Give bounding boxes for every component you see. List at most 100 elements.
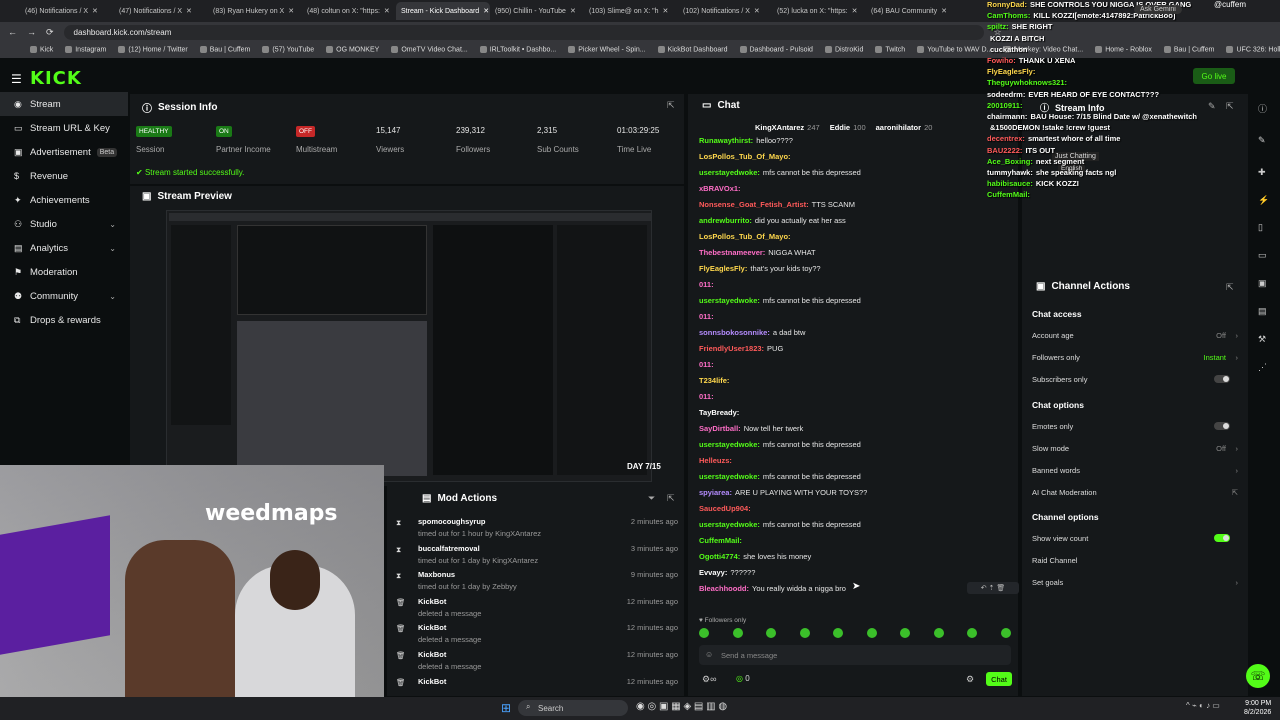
mod-action-row[interactable]: 🗑 KickBot 12 minutes ago xyxy=(396,677,678,689)
chat-message[interactable]: SayDirtball: Now tell her twerk xyxy=(699,424,803,433)
browser-tab[interactable]: (52) lucka on X: "https: ✕ xyxy=(772,2,866,20)
chat-username[interactable]: 011: xyxy=(699,360,714,369)
subscribers-only-toggle[interactable] xyxy=(1214,375,1230,383)
chat-message[interactable]: Helleuzs: xyxy=(699,456,735,465)
bookmark[interactable]: Twitch xyxy=(875,46,905,54)
chat-message[interactable]: CuffemMail: xyxy=(699,536,745,545)
forward-icon[interactable]: → xyxy=(27,27,36,37)
share-icon[interactable]: ⋰ xyxy=(1258,362,1267,373)
browser-tab[interactable]: (102) Notifications / X ✕ xyxy=(678,2,772,20)
send-chat-button[interactable]: Chat xyxy=(986,672,1012,686)
bookmark[interactable]: Picker Wheel - Spin... xyxy=(568,46,645,54)
close-icon[interactable]: ✕ xyxy=(570,7,576,15)
bookmark[interactable]: KickBot Dashboard xyxy=(658,46,728,54)
mod-action-row[interactable]: ⧗ Maxbonus timed out for 1 day by Zebbyy 9 … xyxy=(396,570,678,591)
chat-message[interactable]: Ogotti4774: she loves his money xyxy=(699,552,811,561)
chat-username[interactable]: userstayedwoke: xyxy=(699,296,760,305)
sidebar-item-analytics[interactable]: ▤ Analytics ⌄ xyxy=(0,236,128,260)
bookmark[interactable]: Home - Roblox xyxy=(1095,46,1152,54)
emote-icon[interactable] xyxy=(1000,628,1011,638)
kick-logo[interactable]: KICK xyxy=(30,68,82,89)
chat-message[interactable]: LosPollos_Tub_Of_Mayo: xyxy=(699,152,794,161)
popout-icon[interactable]: ⇱ xyxy=(667,493,675,504)
emote-bar[interactable] xyxy=(699,628,1011,640)
mod-action-row[interactable]: ⧗ spomocoughsyrup timed out for 1 hour by … xyxy=(396,517,678,538)
chat-username[interactable]: SaucedUp904: xyxy=(699,504,751,513)
chat-message[interactable]: 011: xyxy=(699,280,717,289)
message-hover-actions[interactable]: ↶ ⇡ 🗑 xyxy=(967,582,1019,594)
sidebar-item-stream-url-key[interactable]: ▭ Stream URL & Key xyxy=(0,116,128,140)
chat-message[interactable]: T234life: xyxy=(699,376,732,385)
bookmark[interactable]: UFC 326: Holloway... xyxy=(1226,46,1280,54)
raid-channel-row[interactable]: Raid Channel xyxy=(1032,556,1238,565)
sidebar-item-revenue[interactable]: $ Revenue xyxy=(0,164,128,188)
chat-username[interactable]: LosPollos_Tub_Of_Mayo: xyxy=(699,232,791,241)
emote-icon[interactable] xyxy=(933,628,944,638)
emote-icon[interactable] xyxy=(833,628,844,638)
chevron-down-icon[interactable]: ⌄ xyxy=(109,220,116,229)
mod-action-row[interactable]: 🗑 KickBot deleted a message 12 minutes ago xyxy=(396,650,678,671)
bookmark[interactable]: Bau | Cuffem xyxy=(1164,46,1215,54)
taskbar-search[interactable]: Search xyxy=(518,700,628,716)
chat-username[interactable]: Helleuzs: xyxy=(699,456,732,465)
chat-username[interactable]: 011: xyxy=(699,312,714,321)
chat-message[interactable]: SaucedUp904: xyxy=(699,504,754,513)
chat-message[interactable]: 011: xyxy=(699,360,717,369)
chat-message[interactable]: spyiarea: ARE U PLAYING WITH YOUR TOYS?? xyxy=(699,488,867,497)
browser-tab[interactable]: (48) coltun on X: "https: ✕ xyxy=(302,2,396,20)
chat-username[interactable]: LosPollos_Tub_Of_Mayo: xyxy=(699,152,791,161)
browser-tab[interactable]: Stream - Kick Dashboard ✕ xyxy=(396,2,490,20)
chat-message[interactable]: userstayedwoke: mfs cannot be this depres… xyxy=(699,472,861,481)
emotes-only-toggle[interactable] xyxy=(1214,422,1230,430)
chat-message[interactable]: Thebestnameever: NIGGA WHAT xyxy=(699,248,816,257)
browser-tab[interactable]: (64) BAU Community ✕ xyxy=(866,2,960,20)
chat-username[interactable]: userstayedwoke: xyxy=(699,472,760,481)
chat-message[interactable]: FlyEaglesFly: that's your kids toy?? xyxy=(699,264,821,273)
chat-username[interactable]: CuffemMail: xyxy=(699,536,742,545)
chevron-down-icon[interactable]: ⌄ xyxy=(109,244,116,253)
chat-username[interactable]: andrewburrito: xyxy=(699,216,752,225)
sidebar-item-community[interactable]: ⚉ Community ⌄ xyxy=(0,284,128,308)
chat-username[interactable]: FriendlyUser1823: xyxy=(699,344,764,353)
account-age-row[interactable]: Account age Off › xyxy=(1032,331,1238,340)
show-view-count-toggle[interactable] xyxy=(1214,534,1230,542)
close-icon[interactable]: ✕ xyxy=(754,7,760,15)
emote-icon[interactable] xyxy=(799,628,810,638)
top-chatter[interactable]: aaronihilator 20 xyxy=(876,123,933,132)
taskbar-app-icons[interactable]: ◉ ◎ ▣ ▦ ◈ ▤ ▥ ◍ xyxy=(636,701,727,712)
close-icon[interactable]: ✕ xyxy=(186,7,192,15)
chat-username[interactable]: userstayedwoke: xyxy=(699,440,760,449)
chat-message[interactable]: Bleachhoodd: You really widda a nigga bro xyxy=(699,584,846,593)
tools-icon[interactable]: ✚ xyxy=(1258,167,1266,178)
reload-icon[interactable]: ⟳ xyxy=(46,27,54,38)
windows-start-icon[interactable]: ⊞ xyxy=(501,701,511,715)
mod-action-row[interactable]: 🗑 KickBot deleted a message 12 minutes ago xyxy=(396,623,678,644)
top-chatter[interactable]: Eddie 100 xyxy=(830,123,866,132)
chat-username[interactable]: 011: xyxy=(699,280,714,289)
bookmark[interactable]: OG MONKEY xyxy=(326,46,379,54)
filter-icon[interactable]: ⏷ xyxy=(648,493,655,504)
chat-username[interactable]: spyiarea: xyxy=(699,488,732,497)
close-icon[interactable]: ✕ xyxy=(92,7,98,15)
close-icon[interactable]: ✕ xyxy=(384,7,390,15)
chat-username[interactable]: Nonsense_Goat_Fetish_Artist: xyxy=(699,200,809,209)
chat-message[interactable]: 011: xyxy=(699,392,717,401)
bookmark[interactable]: (57) YouTube xyxy=(262,46,314,54)
chat-message[interactable]: Runawaythirst: helloo???? xyxy=(699,136,793,145)
chat-message[interactable]: 011: xyxy=(699,312,717,321)
chat-icon[interactable]: ▭ xyxy=(1258,250,1267,261)
bookmark[interactable]: Bau | Cuffem xyxy=(200,46,251,54)
chat-username[interactable]: 011: xyxy=(699,392,714,401)
chat-message[interactable]: FriendlyUser1823: PUG xyxy=(699,344,783,353)
emote-icon[interactable] xyxy=(866,628,877,638)
list-icon[interactable]: ▤ xyxy=(1258,306,1267,317)
sidebar-item-studio[interactable]: ⚇ Studio ⌄ xyxy=(0,212,128,236)
emote-icon[interactable] xyxy=(967,628,978,638)
bookmark[interactable]: Dashboard - Pulsoid xyxy=(740,46,813,54)
bookmark[interactable]: Instagram xyxy=(65,46,106,54)
chat-username[interactable]: T234life: xyxy=(699,376,729,385)
ai-chat-moderation-row[interactable]: AI Chat Moderation ⇱ xyxy=(1032,488,1238,497)
chat-username[interactable]: sonnsbokosonnike: xyxy=(699,328,770,337)
wrench-icon[interactable]: ⚒ xyxy=(1258,334,1266,345)
url-input[interactable]: dashboard.kick.com/stream xyxy=(63,24,984,40)
